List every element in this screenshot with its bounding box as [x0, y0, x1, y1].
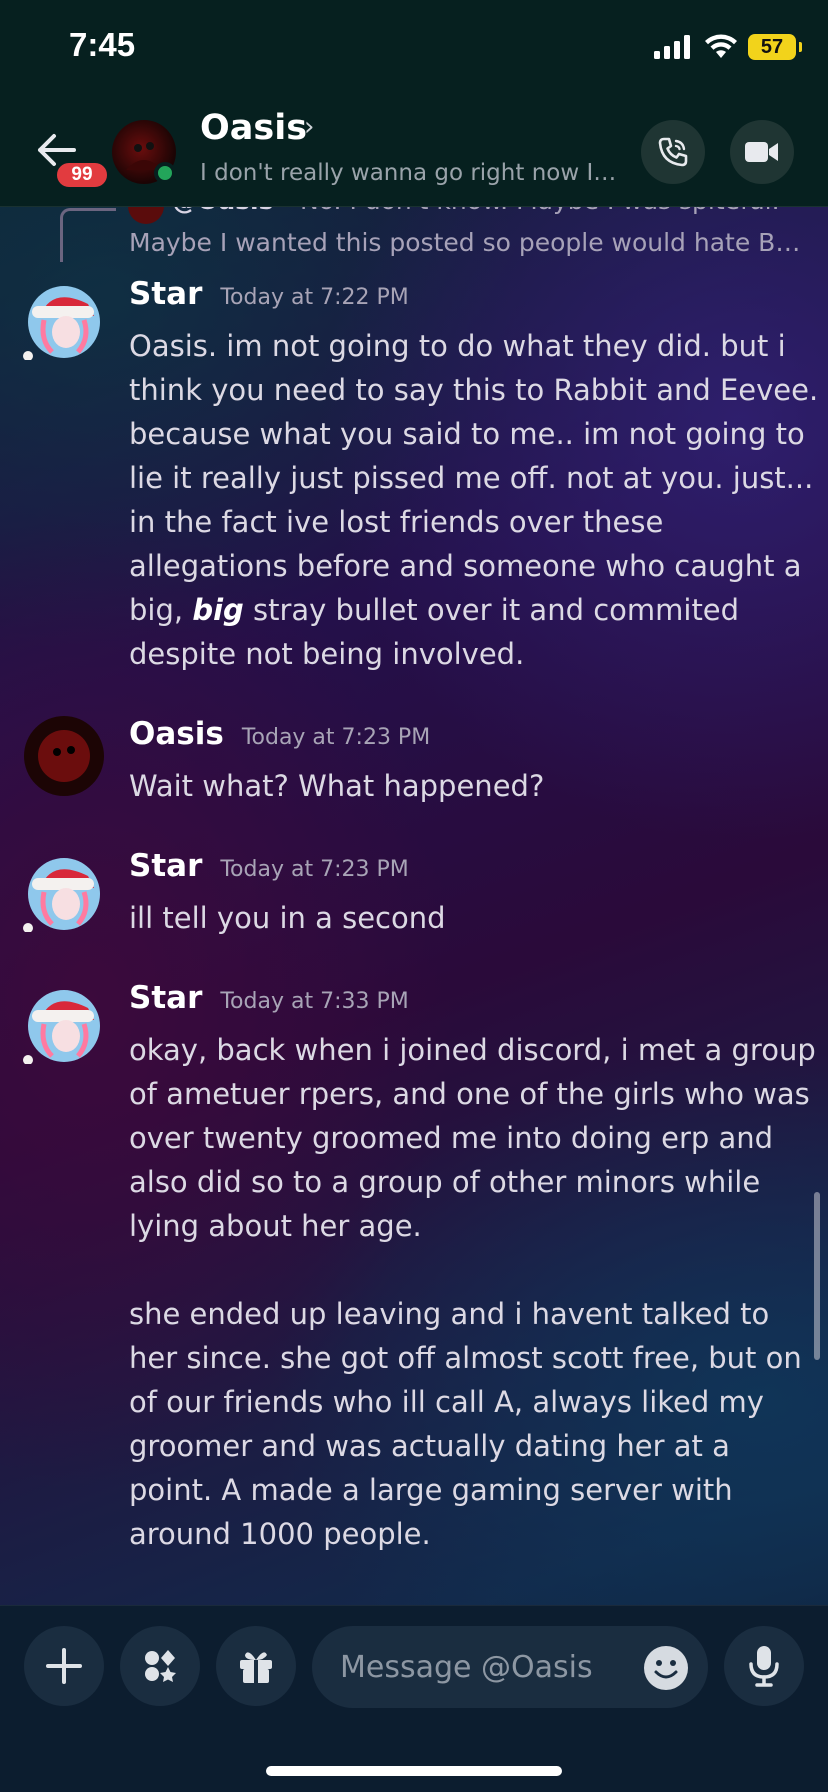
- message-text: Wait what? What happened?: [129, 764, 819, 808]
- message-author[interactable]: Star: [129, 980, 202, 1016]
- apps-icon: [145, 1650, 176, 1682]
- add-attachment-button[interactable]: [24, 1626, 104, 1706]
- emoji-button[interactable]: [644, 1646, 688, 1690]
- message-text-part: Wait what? What happened?: [129, 769, 545, 803]
- message-composer: [0, 1605, 828, 1792]
- message-header: Star Today at 7:22 PM: [129, 276, 409, 312]
- message-author[interactable]: Star: [129, 848, 202, 884]
- voice-message-button[interactable]: [724, 1626, 804, 1706]
- reply-connector: [60, 208, 116, 262]
- unread-badge: 99: [54, 160, 110, 190]
- message-list[interactable]: @Oasis No. I don't know. Maybe I was spi…: [0, 180, 828, 1605]
- signal-icon: [654, 35, 690, 59]
- microphone-icon: [749, 1646, 779, 1687]
- gift-icon: [240, 1652, 272, 1683]
- custom-status-text: I don't really wanna go right now I jus.…: [200, 160, 620, 186]
- smiley-icon: [654, 1660, 678, 1679]
- star-avatar[interactable]: [22, 848, 106, 932]
- message-timestamp: Today at 7:23 PM: [241, 725, 431, 750]
- phone-icon: [658, 137, 688, 167]
- message-header: Star Today at 7:33 PM: [129, 980, 409, 1016]
- home-indicator[interactable]: [266, 1766, 562, 1776]
- message-author[interactable]: Oasis: [129, 716, 224, 752]
- message-text: okay, back when i joined discord, i met …: [129, 1028, 819, 1556]
- message-text-part: ill tell you in a second: [129, 901, 446, 935]
- chat-header: 7:45 57 99 Oasis › I don't really wanna …: [0, 0, 828, 207]
- scrollbar-thumb[interactable]: [814, 1192, 820, 1360]
- message-timestamp: Today at 7:33 PM: [220, 989, 409, 1014]
- star-avatar[interactable]: [22, 276, 106, 360]
- message-paragraph: okay, back when i joined discord, i met …: [129, 1033, 816, 1243]
- gift-button[interactable]: [216, 1626, 296, 1706]
- message-header: Oasis Today at 7:23 PM: [129, 716, 430, 752]
- star-avatar[interactable]: [22, 980, 106, 1064]
- plus-icon: [46, 1648, 82, 1684]
- oasis-avatar[interactable]: [24, 716, 104, 796]
- page-title[interactable]: Oasis: [200, 108, 307, 148]
- apps-button[interactable]: [120, 1626, 200, 1706]
- message-text: Oasis. im not going to do what they did.…: [129, 324, 819, 676]
- message-text: ill tell you in a second: [129, 896, 819, 940]
- message-text-part: Oasis. im not going to do what they did.…: [129, 329, 819, 627]
- message-paragraph: she ended up leaving and i havent talked…: [129, 1297, 802, 1551]
- message-author[interactable]: Star: [129, 276, 202, 312]
- battery-icon: 57: [748, 34, 802, 60]
- video-call-button[interactable]: [730, 120, 794, 184]
- message-emphasis: big: [192, 593, 244, 627]
- status-icons: 57: [654, 34, 802, 60]
- online-status-indicator: [154, 162, 176, 184]
- reply-preview-text[interactable]: Maybe I wanted this posted so people wou…: [129, 228, 809, 257]
- status-time: 7:45: [69, 26, 136, 63]
- message-header: Star Today at 7:23 PM: [129, 848, 409, 884]
- voice-call-button[interactable]: [641, 120, 705, 184]
- message-timestamp: Today at 7:22 PM: [220, 285, 409, 310]
- message-timestamp: Today at 7:23 PM: [220, 857, 409, 882]
- video-camera-icon: [745, 142, 778, 162]
- wifi-icon: [705, 34, 737, 58]
- chevron-right-icon[interactable]: ›: [304, 112, 314, 142]
